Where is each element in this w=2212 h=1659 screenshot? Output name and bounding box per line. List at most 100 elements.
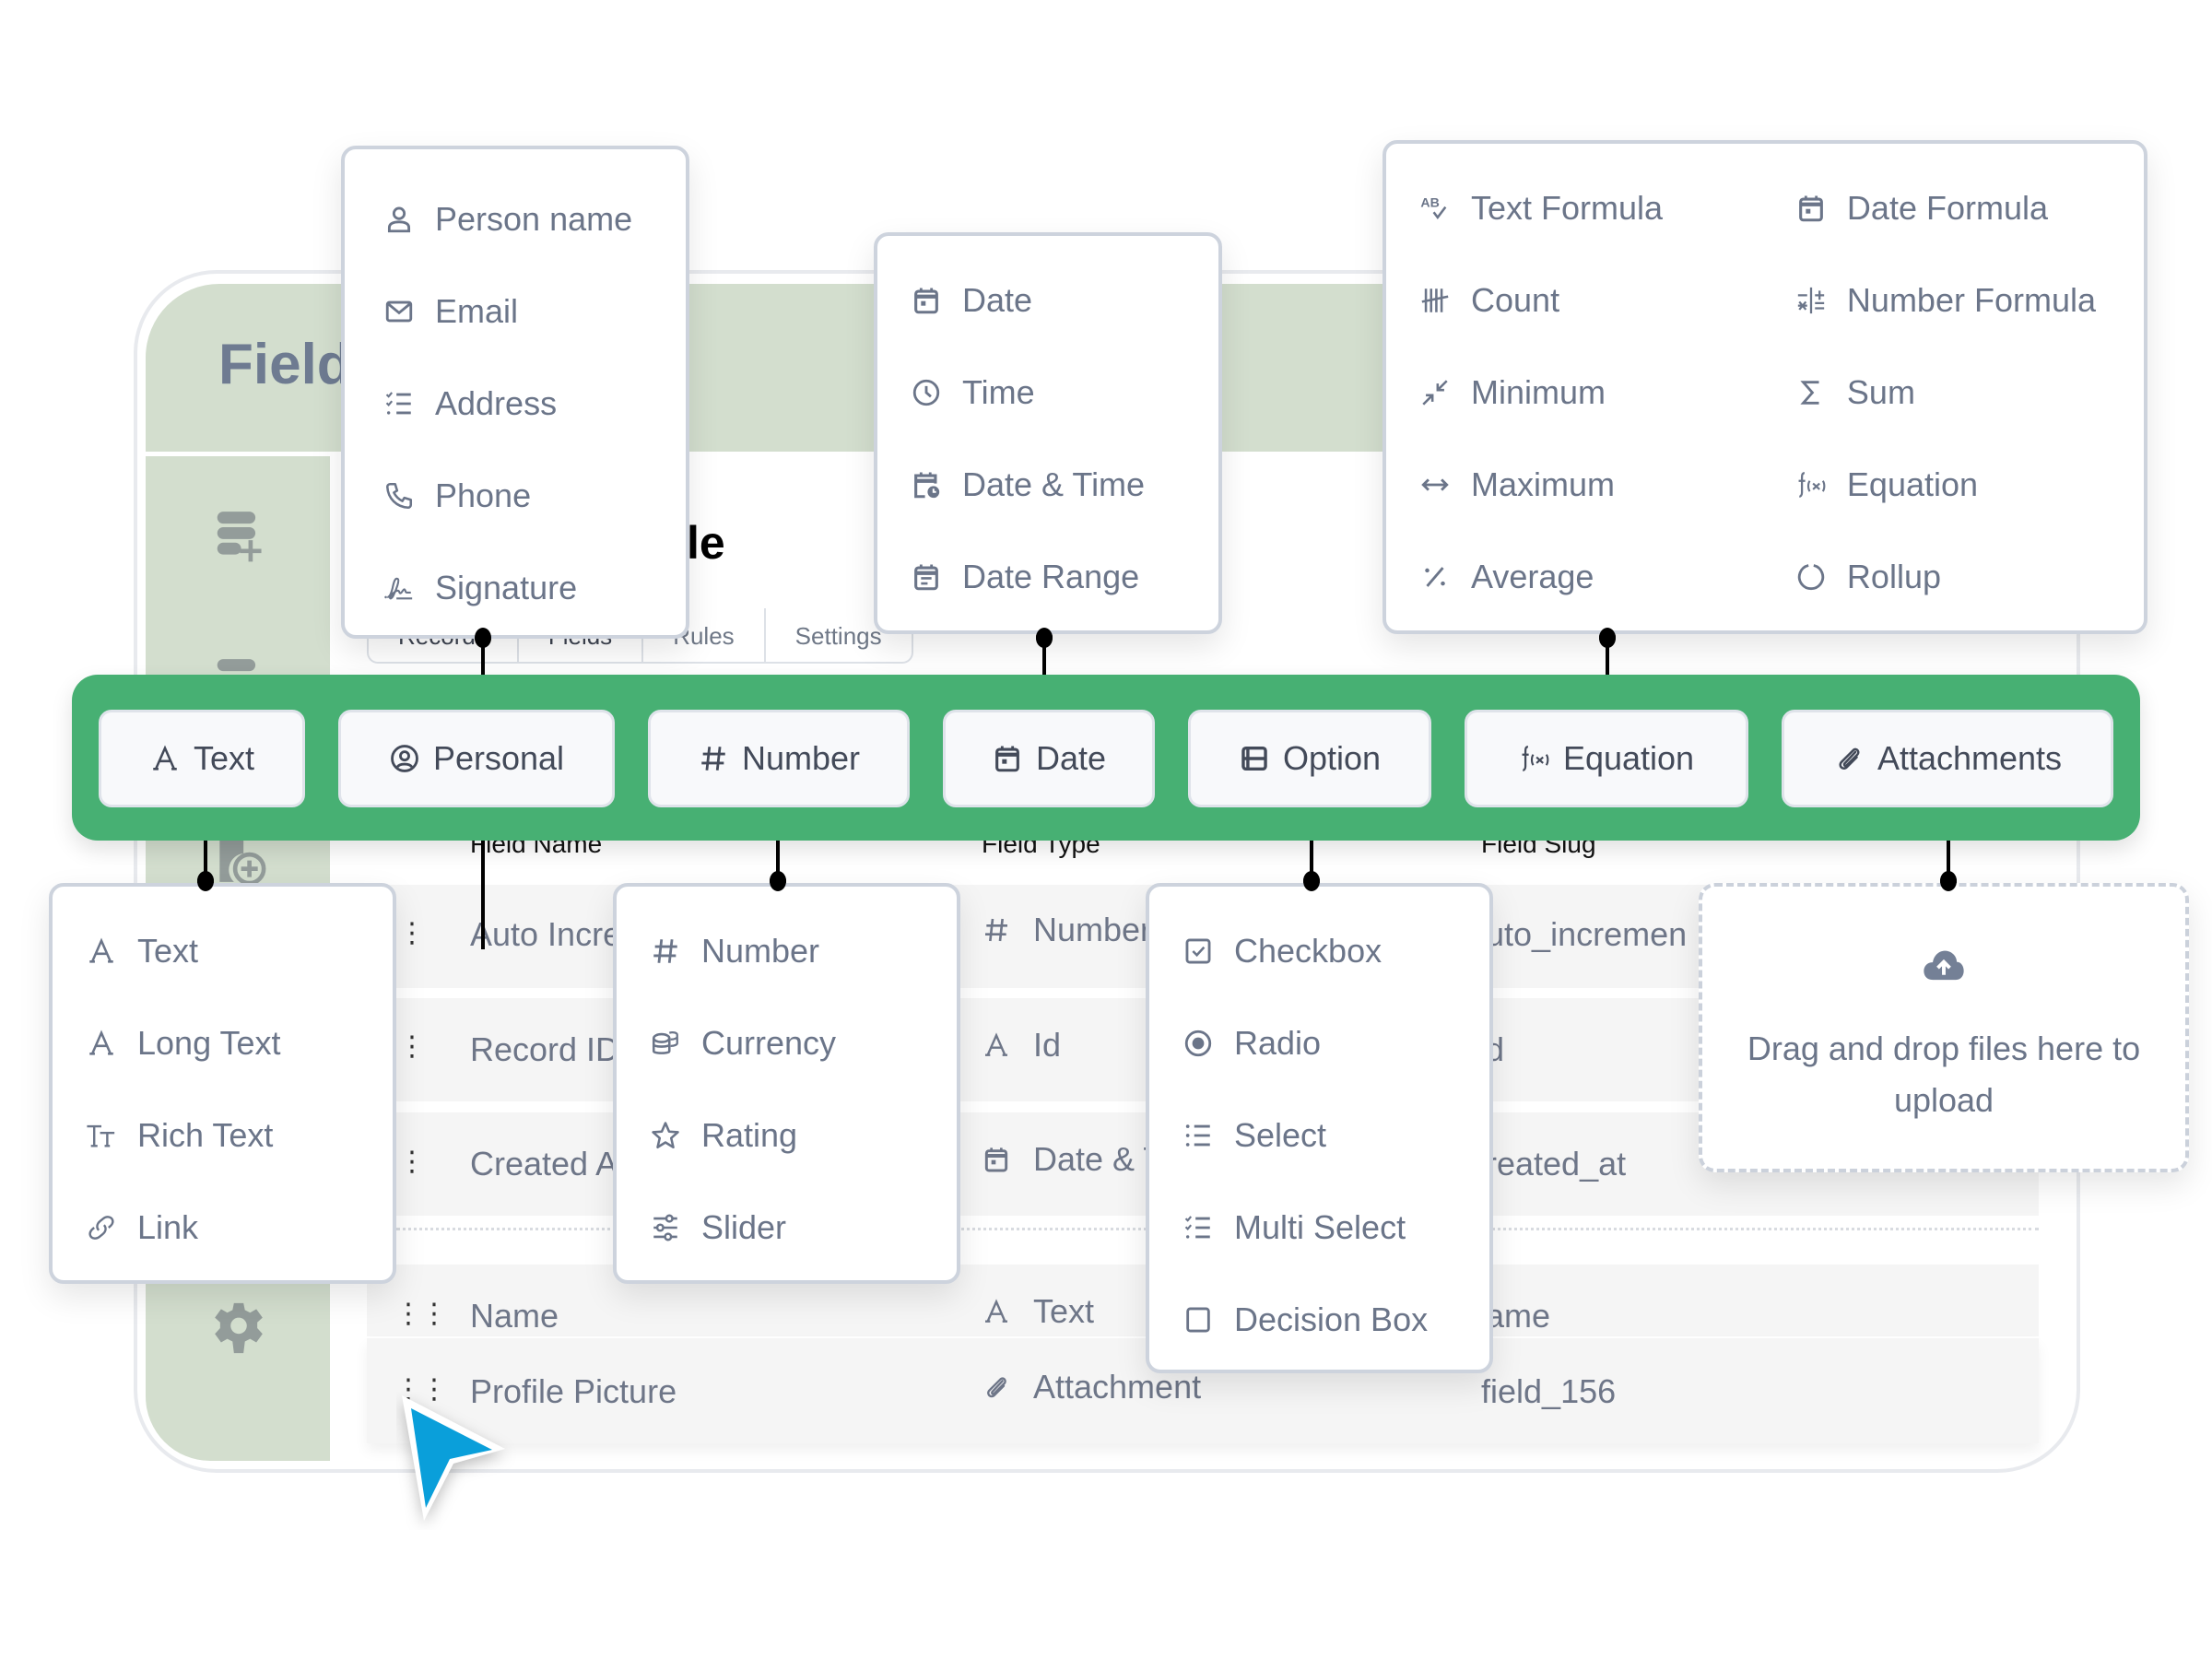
- menu-item-rollup[interactable]: Rollup: [1795, 531, 2144, 623]
- menu-item-slider[interactable]: Slider: [650, 1182, 957, 1274]
- menu-item-maximum[interactable]: Maximum: [1419, 439, 1795, 531]
- menu-item-label: Long Text: [137, 1024, 281, 1062]
- dropzone-text: Drag and drop files here to upload: [1747, 1030, 2141, 1119]
- menu-item-address[interactable]: Address: [383, 358, 686, 450]
- menu-item-minimum[interactable]: Minimum: [1419, 347, 1795, 439]
- menu-item-decision-box[interactable]: Decision Box: [1182, 1274, 1489, 1366]
- menu-item-label: Date & Time: [962, 465, 1146, 503]
- page-title: le: [687, 517, 725, 569]
- menu-item-signature[interactable]: Signature: [383, 542, 686, 634]
- connector-dot: [1940, 871, 1957, 891]
- menu-item-multi-select[interactable]: Multi Select: [1182, 1182, 1489, 1274]
- list-check-icon: [383, 388, 415, 419]
- toolbar-button-personal[interactable]: Personal: [338, 710, 615, 807]
- toolbar-button-number[interactable]: Number: [648, 710, 910, 807]
- menu-item-rich-text[interactable]: Rich Text: [86, 1089, 393, 1182]
- menu-item-date[interactable]: Date: [911, 254, 1218, 347]
- signature-icon: [383, 572, 415, 604]
- equation-menu-column-right: Date Formula Number Formula Sum Equation…: [1795, 162, 2144, 630]
- menu-item-time[interactable]: Time: [911, 347, 1218, 439]
- menu-item-date-formula[interactable]: Date Formula: [1795, 162, 2144, 254]
- checkbox-icon: [1182, 935, 1214, 967]
- field-name-cell: Auto Incre: [470, 915, 622, 953]
- button-label: Attachments: [1877, 739, 2063, 777]
- menu-item-date-range[interactable]: Date Range: [911, 531, 1218, 623]
- toolbar-button-attachments[interactable]: Attachments: [1782, 710, 2113, 807]
- minimize-icon: [1419, 377, 1451, 408]
- menu-item-text-formula[interactable]: Text Formula: [1419, 162, 1795, 254]
- equation-menu: Text Formula Count Minimum Maximum Avera…: [1382, 140, 2147, 634]
- menu-item-select[interactable]: Select: [1182, 1089, 1489, 1182]
- menu-item-link[interactable]: Link: [86, 1182, 393, 1274]
- menu-item-label: Average: [1471, 558, 1594, 595]
- file-dropzone[interactable]: Drag and drop files here to upload: [1699, 883, 2189, 1172]
- drag-handle-icon[interactable]: ⋮: [398, 1146, 426, 1178]
- clock-icon: [911, 377, 942, 408]
- menu-item-label: Address: [435, 384, 558, 422]
- menu-item-text[interactable]: Text: [86, 905, 393, 997]
- number-menu: Number Currency Rating Slider: [613, 883, 960, 1284]
- button-label: Option: [1282, 739, 1382, 777]
- square-icon: [1182, 1304, 1214, 1335]
- menu-item-label: Decision Box: [1234, 1300, 1429, 1338]
- field-slug-cell: field_156: [1481, 1372, 1617, 1410]
- spellcheck-icon: [1419, 193, 1451, 224]
- tally-icon: [1419, 285, 1451, 316]
- menu-item-email[interactable]: Email: [383, 265, 686, 358]
- menu-item-currency[interactable]: Currency: [650, 997, 957, 1089]
- list-icon: [1182, 1120, 1214, 1151]
- menu-item-label: Currency: [701, 1024, 837, 1062]
- toolbar-button-equation[interactable]: Equation: [1465, 710, 1748, 807]
- user-icon: [383, 204, 415, 235]
- menu-item-number-formula[interactable]: Number Formula: [1795, 254, 2144, 347]
- menu-item-label: Minimum: [1471, 373, 1606, 411]
- menu-item-equation[interactable]: Equation: [1795, 439, 2144, 531]
- sigma-icon: [1795, 377, 1827, 408]
- menu-item-average[interactable]: Average: [1419, 531, 1795, 623]
- menu-item-label: Radio: [1234, 1024, 1322, 1062]
- menu-item-phone[interactable]: Phone: [383, 450, 686, 542]
- menu-item-checkbox[interactable]: Checkbox: [1182, 905, 1489, 997]
- drag-handle-icon[interactable]: ⋮: [398, 1030, 426, 1063]
- menu-item-number[interactable]: Number: [650, 905, 957, 997]
- menu-item-label: Equation: [1846, 465, 1979, 503]
- hash-icon: [650, 935, 681, 967]
- field-slug-cell: ame: [1486, 1297, 1551, 1335]
- cloud-upload-icon: [1920, 942, 1968, 990]
- equation-menu-column-left: Text Formula Count Minimum Maximum Avera…: [1419, 162, 1795, 630]
- gear-icon[interactable]: [210, 1300, 267, 1357]
- menu-item-label: Phone: [435, 477, 532, 514]
- connector-dot: [1303, 871, 1320, 891]
- toolbar-button-option[interactable]: Option: [1188, 710, 1431, 807]
- menu-item-sum[interactable]: Sum: [1795, 347, 2144, 439]
- toolbar-button-date[interactable]: Date: [943, 710, 1155, 807]
- field-type-cell: Number: [982, 911, 1151, 949]
- menu-item-label: Text: [137, 932, 199, 970]
- menu-item-date-time[interactable]: Date & Time: [911, 439, 1218, 531]
- list-check-icon: [1182, 1212, 1214, 1243]
- drag-handle-icon[interactable]: ⋮: [398, 917, 426, 949]
- calendar-icon: [1795, 193, 1827, 224]
- menu-item-radio[interactable]: Radio: [1182, 997, 1489, 1089]
- connector-dot: [197, 871, 214, 891]
- text-a-icon: [86, 1028, 117, 1059]
- app-title: Field: [218, 333, 352, 396]
- drag-handle-icon[interactable]: ⋮⋮: [394, 1298, 448, 1330]
- menu-item-person-name[interactable]: Person name: [383, 173, 686, 265]
- star-icon: [650, 1120, 681, 1151]
- toolbar-button-text[interactable]: Text: [99, 710, 305, 807]
- field-type-cell: Attachment: [982, 1368, 1201, 1406]
- menu-item-long-text[interactable]: Long Text: [86, 997, 393, 1089]
- database-add-icon[interactable]: [210, 507, 267, 564]
- field-type-label: Attachment: [1033, 1368, 1202, 1406]
- field-type-label: Date & T: [1033, 1140, 1164, 1178]
- circle-icon: [1795, 561, 1827, 593]
- menu-item-count[interactable]: Count: [1419, 254, 1795, 347]
- menu-item-rating[interactable]: Rating: [650, 1089, 957, 1182]
- text-size-icon: [86, 1120, 117, 1151]
- text-menu: Text Long Text Rich Text Link: [49, 883, 396, 1284]
- coins-icon: [650, 1028, 681, 1059]
- menu-item-label: Checkbox: [1234, 932, 1382, 970]
- text-a-icon: [86, 935, 117, 967]
- menu-item-label: Date Range: [962, 558, 1140, 595]
